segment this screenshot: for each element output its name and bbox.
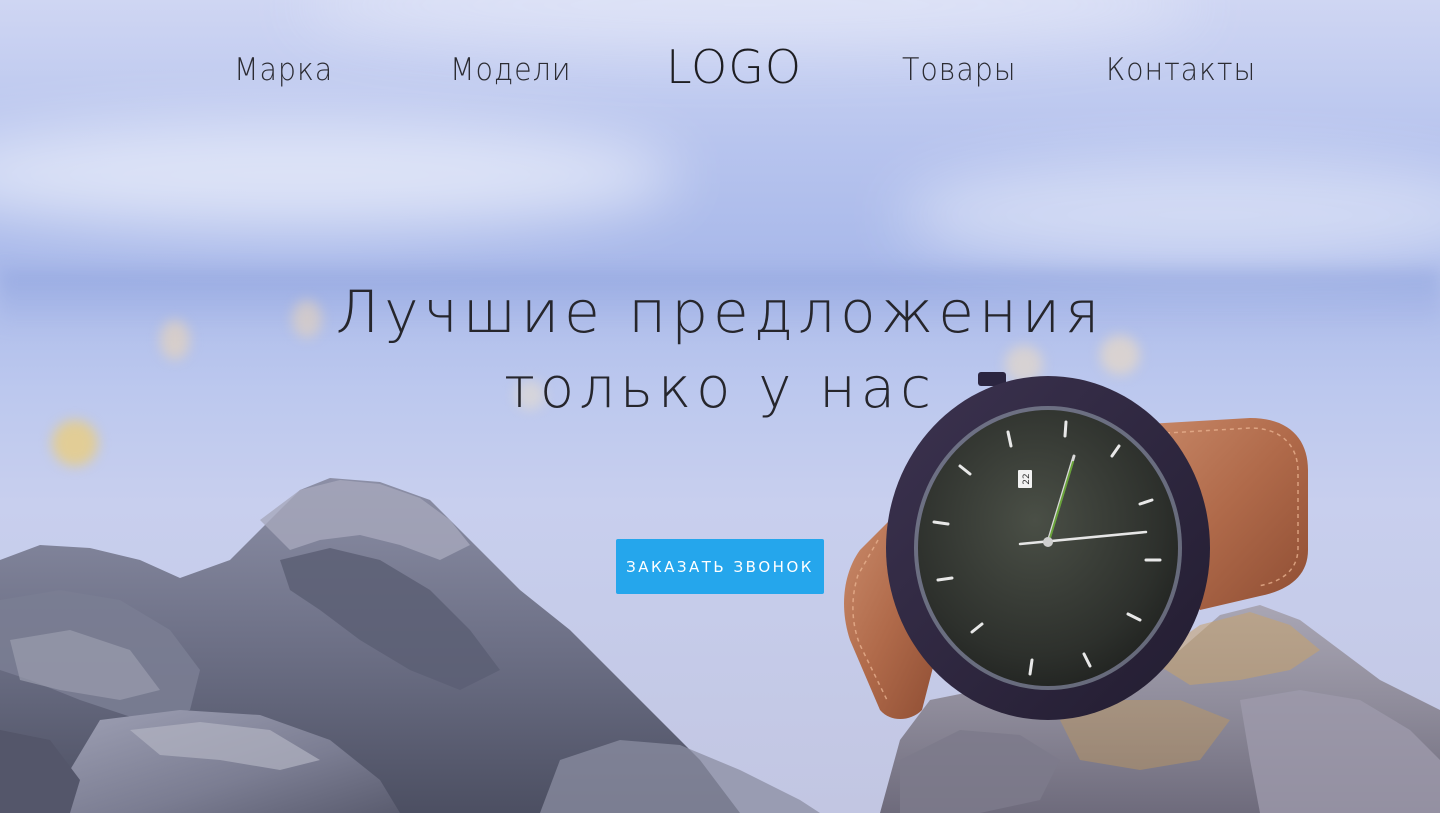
logo[interactable]: LOGO [666, 40, 802, 94]
hero-section: 22 Марка Модели LOGO Товары Контакты Луч… [0, 0, 1440, 813]
hero-headline-line2: только у нас [504, 356, 936, 421]
nav-link-models[interactable]: Модели [450, 52, 571, 88]
watch-date: 22 [1022, 473, 1032, 484]
order-call-button[interactable]: ЗАКАЗАТЬ ЗВОНОК [616, 539, 824, 594]
nav-link-products[interactable]: Товары [902, 52, 1017, 88]
nav-link-contacts[interactable]: Контакты [1106, 52, 1256, 88]
main-navigation: Марка Модели LOGO Товары Контакты [0, 0, 1440, 150]
hero-headline-line1: Лучшие предложения [335, 278, 1105, 346]
nav-link-brand[interactable]: Марка [234, 52, 333, 88]
watch-image: 22 [844, 372, 1308, 720]
